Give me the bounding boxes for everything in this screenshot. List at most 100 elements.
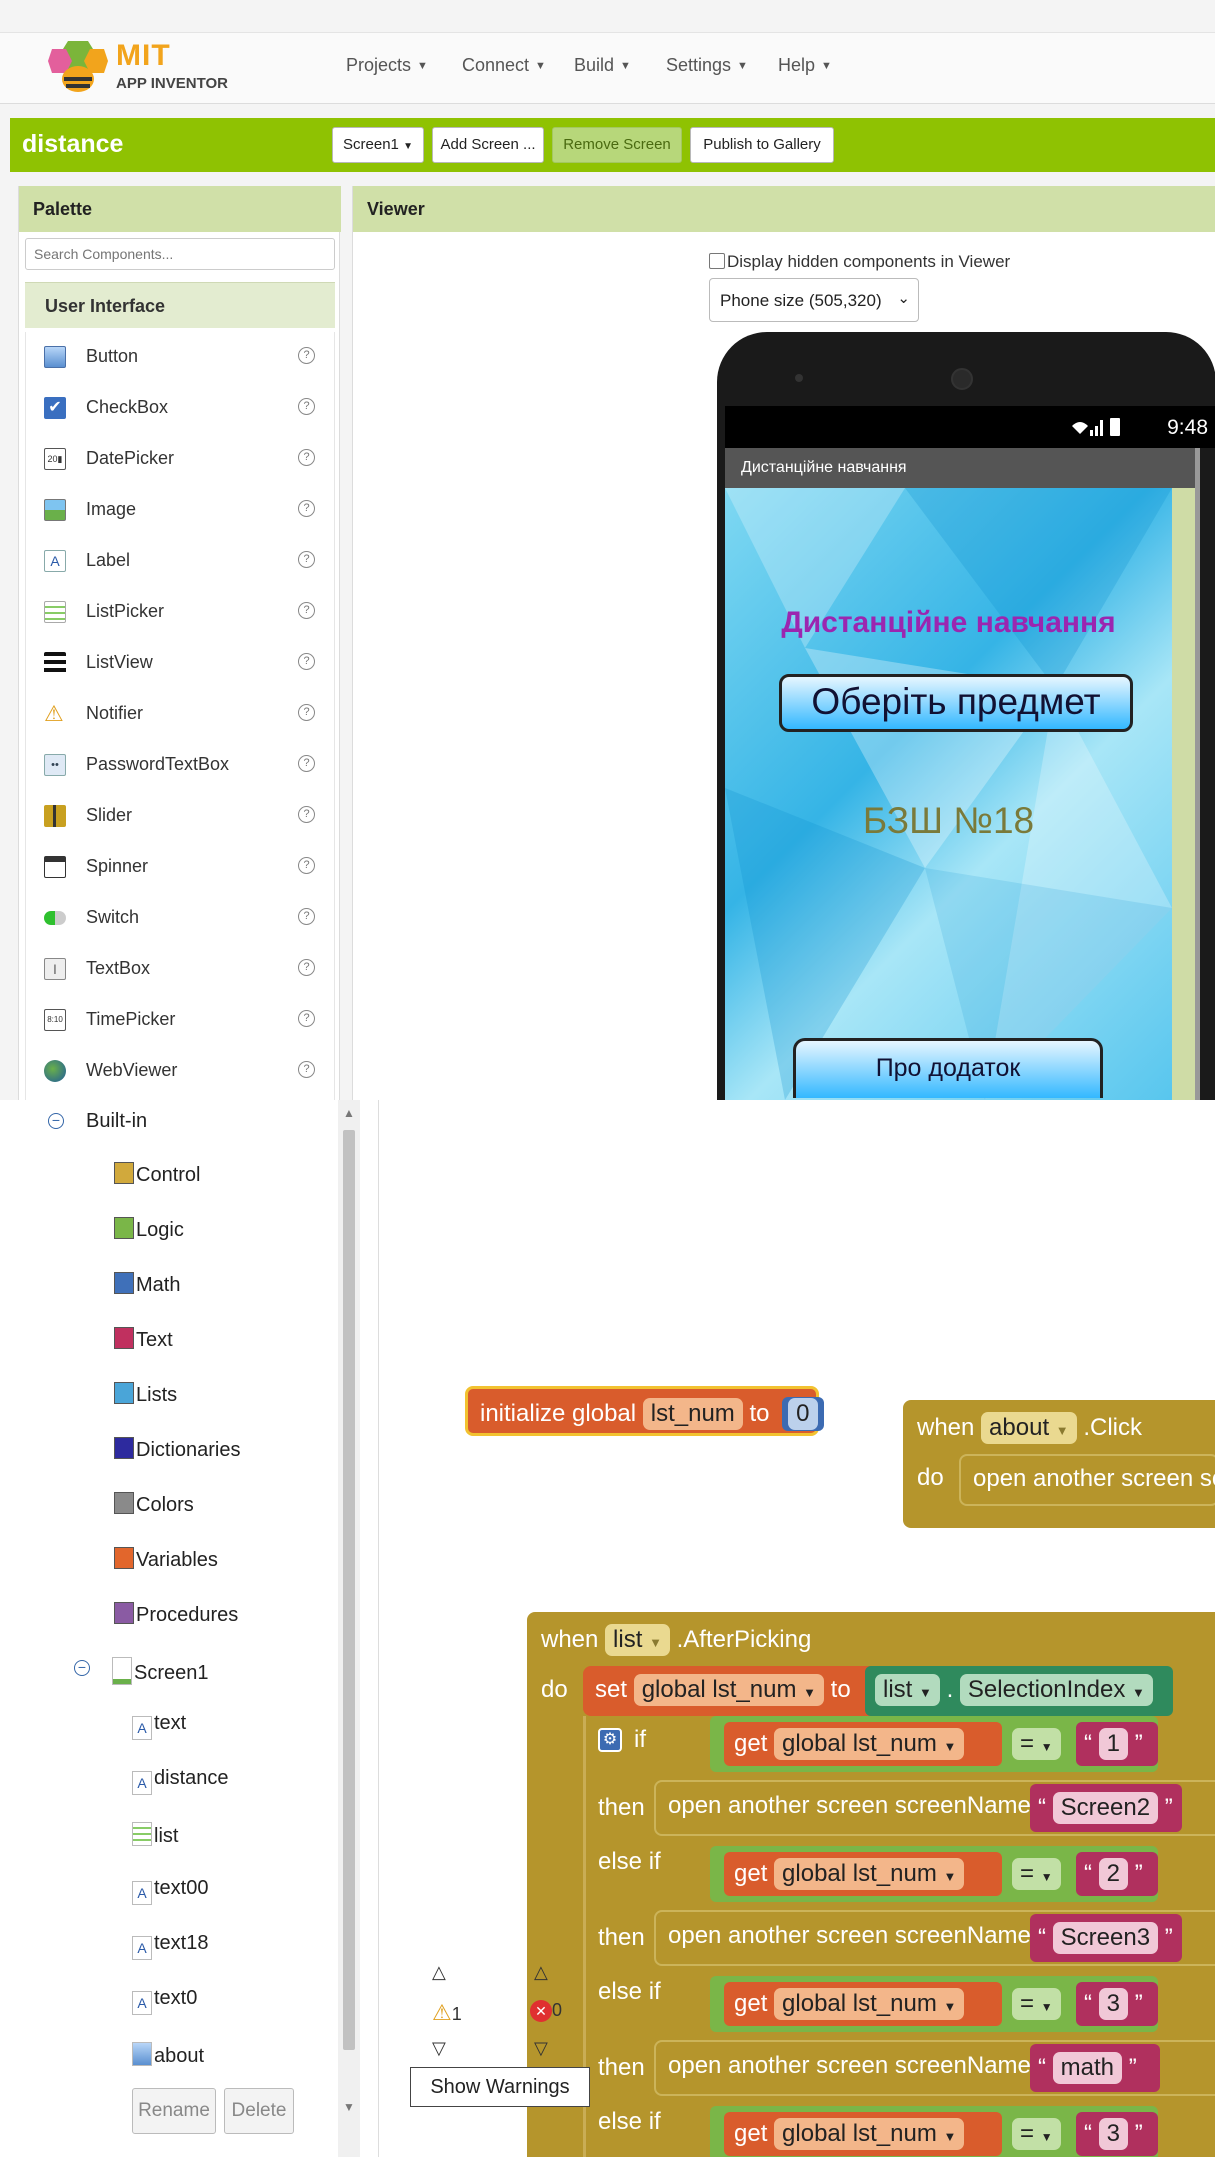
add-screen-button[interactable]: Add Screen ... [432,127,544,163]
text-literal-block[interactable]: “ 2 ” [1076,1852,1158,1896]
open-screen-block-2[interactable]: open another screen screenName “ Screen3… [654,1910,1215,1966]
list-afterpicking-event-block[interactable]: when list ▼ .AfterPicking do set global … [527,1612,1215,2157]
palette-item-image[interactable]: Image? [26,485,336,536]
tree-comp-text00[interactable]: Atext00 [132,1877,208,1905]
palette-item-webviewer[interactable]: WebViewer? [26,1046,336,1097]
remove-screen-button[interactable]: Remove Screen [552,127,682,163]
palette-search-input[interactable] [25,238,335,270]
palette-item-datepicker[interactable]: 20▮ DatePicker? [26,434,336,485]
publish-gallery-button[interactable]: Publish to Gallery [690,127,834,163]
palette-category-user-interface[interactable]: User Interface [25,282,335,328]
scroll-down-icon[interactable]: ▼ [343,2100,355,2114]
help-icon[interactable]: ? [298,398,315,415]
tree-scrollbar[interactable]: ▲ ▼ [338,1100,360,2157]
palette-item-label[interactable]: A Label? [26,536,336,587]
checkbox-box[interactable] [709,253,725,269]
tree-item-colors[interactable]: Colors [114,1492,194,1517]
menu-projects[interactable]: Projects ▼ [346,55,428,76]
errors-indicator[interactable]: ✕ 0 [530,2000,562,2022]
display-hidden-checkbox[interactable]: Display hidden components in Viewer [709,252,1010,272]
tree-item-logic[interactable]: Logic [114,1217,184,1242]
help-icon[interactable]: ? [298,1010,315,1027]
compare-block-3[interactable]: get global lst_num ▼ = ▼ “ 3 ” [710,1976,1158,2032]
component-dropdown[interactable]: list ▼ [605,1624,670,1656]
palette-item-spinner[interactable]: Spinner? [26,842,336,893]
collapse-icon[interactable]: − [74,1660,90,1676]
menu-connect[interactable]: Connect ▼ [462,55,546,76]
menu-settings[interactable]: Settings ▼ [666,55,748,76]
palette-item-textbox[interactable]: I TextBox? [26,944,336,995]
help-icon[interactable]: ? [298,755,315,772]
help-icon[interactable]: ? [298,602,315,619]
open-screen-block-3[interactable]: open another screen screenName “ math ” [654,2040,1215,2096]
compare-block-4[interactable]: get global lst_num ▼ = ▼ “ 3 ” [710,2106,1158,2157]
help-icon[interactable]: ? [298,1061,315,1078]
palette-item-timepicker[interactable]: 8:10 TimePicker? [26,995,336,1046]
var-name-field[interactable]: lst_num [642,1398,743,1430]
component-dropdown[interactable]: about ▼ [981,1412,1077,1444]
compare-block-1[interactable]: get global lst_num ▼ = ▼ “ 1 ” [710,1716,1158,1772]
text-literal-block[interactable]: “ 3 ” [1076,2112,1158,2156]
help-icon[interactable]: ? [298,857,315,874]
var-dropdown[interactable]: global lst_num ▼ [633,1674,824,1706]
menu-build[interactable]: Build ▼ [574,55,631,76]
tree-item-math[interactable]: Math [114,1272,180,1297]
collapse-icon[interactable]: − [48,1113,64,1129]
text-literal-block[interactable]: “ 1 ” [1076,1722,1158,1766]
help-icon[interactable]: ? [298,347,315,364]
tree-screen1[interactable]: − Screen1 [74,1657,209,1685]
tree-comp-about[interactable]: about [132,2042,204,2068]
tree-comp-text0[interactable]: Atext0 [132,1987,197,2015]
warnings-down-arrow-icon[interactable]: ▽ [432,2038,446,2059]
tree-item-text[interactable]: Text [114,1327,173,1352]
delete-button[interactable]: Delete [224,2088,294,2134]
app-inventor-logo[interactable]: MIT APP INVENTOR [48,35,228,99]
tree-item-lists[interactable]: Lists [114,1382,177,1407]
palette-item-listpicker[interactable]: ListPicker? [26,587,336,638]
about-click-event-block[interactable]: when about ▼ .Click do open another scre… [903,1400,1215,1528]
blocks-workspace[interactable]: initialize global lst_num to 0 when abou… [378,1100,1215,2157]
tree-comp-text18[interactable]: Atext18 [132,1932,208,1960]
number-block[interactable]: 0 [782,1397,824,1431]
set-global-block[interactable]: set global lst_num ▼ to list ▼ . Selecti… [583,1666,1173,1716]
screen-select-button[interactable]: Screen1 ▼ [332,127,424,163]
palette-item-slider[interactable]: Slider? [26,791,336,842]
phone-size-select[interactable]: Phone size (505,320) ⌄ [709,278,919,322]
scrollbar-thumb[interactable] [343,1130,355,2050]
tree-comp-distance[interactable]: Adistance [132,1767,229,1795]
help-icon[interactable]: ? [298,806,315,823]
tree-item-control[interactable]: Control [114,1162,200,1187]
gear-mutator-icon[interactable]: ⚙ [598,1728,622,1752]
palette-item-switch[interactable]: Switch? [26,893,336,944]
errors-up-arrow-icon[interactable]: △ [534,1962,548,1983]
scroll-up-icon[interactable]: ▲ [343,1106,355,1120]
help-icon[interactable]: ? [298,908,315,925]
open-screen-block[interactable]: open another screen sc [959,1454,1215,1506]
tree-item-variables[interactable]: Variables [114,1547,218,1572]
help-icon[interactable]: ? [298,704,315,721]
warnings-indicator[interactable]: ⚠1 [432,2000,462,2026]
help-icon[interactable]: ? [298,551,315,568]
help-icon[interactable]: ? [298,500,315,517]
init-global-block[interactable]: initialize global lst_num to 0 [465,1386,824,1436]
palette-item-notifier[interactable]: ⚠ Notifier? [26,689,336,740]
tree-builtin[interactable]: − Built-in [48,1110,147,1133]
tree-item-procedures[interactable]: Procedures [114,1602,238,1627]
text-literal-block[interactable]: “ 3 ” [1076,1982,1158,2026]
open-screen-block-1[interactable]: open another screen screenName “ Screen2… [654,1780,1215,1836]
help-icon[interactable]: ? [298,653,315,670]
selection-index-block[interactable]: list ▼ . SelectionIndex ▼ [865,1666,1173,1716]
help-icon[interactable]: ? [298,959,315,976]
tree-item-dictionaries[interactable]: Dictionaries [114,1437,240,1462]
palette-item-passwordtextbox[interactable]: •• PasswordTextBox? [26,740,336,791]
warnings-up-arrow-icon[interactable]: △ [432,1962,446,1983]
help-icon[interactable]: ? [298,449,315,466]
palette-item-button[interactable]: Button? [26,332,336,383]
show-warnings-button[interactable]: Show Warnings [410,2067,590,2107]
about-app-button[interactable]: Про додаток [793,1038,1103,1098]
palette-item-listview[interactable]: ListView? [26,638,336,689]
compare-block-2[interactable]: get global lst_num ▼ = ▼ “ 2 ” [710,1846,1158,1902]
palette-item-checkbox[interactable]: ✔ CheckBox? [26,383,336,434]
menu-help[interactable]: Help ▼ [778,55,832,76]
rename-button[interactable]: Rename [132,2088,216,2134]
